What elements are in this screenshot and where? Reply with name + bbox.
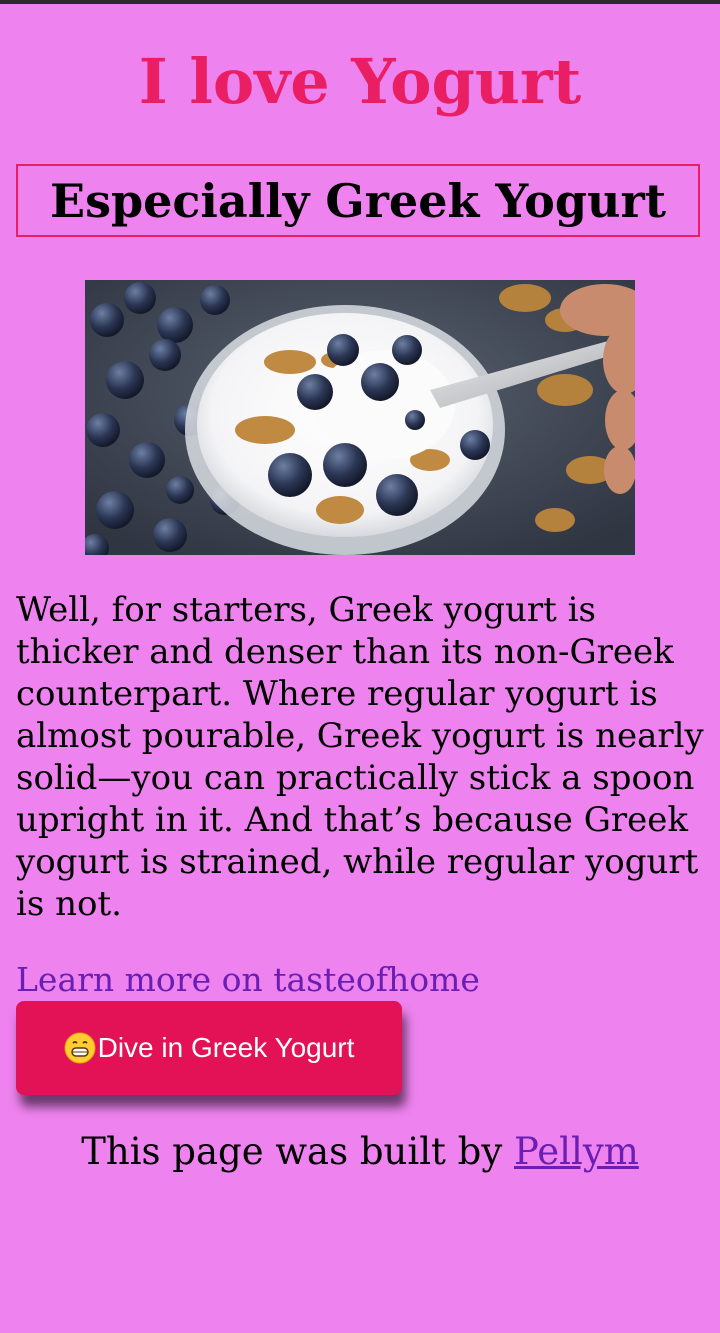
page-subtitle: Especially Greek Yogurt: [50, 173, 666, 228]
page-title: I love Yogurt: [138, 45, 582, 118]
learn-more-link[interactable]: Learn more on tasteofhome: [16, 958, 480, 1002]
author-link[interactable]: Pellym: [514, 1130, 639, 1173]
button-label: Dive in Greek Yogurt: [97, 1032, 355, 1063]
footer-credit: This page was built by Pellym: [0, 1128, 720, 1176]
top-status-bar: [0, 0, 720, 4]
description-paragraph: Well, for starters, Greek yogurt is thic…: [16, 590, 704, 924]
grinning-face-icon: [64, 1032, 96, 1064]
dive-in-greek-yogurt-button[interactable]: Dive in Greek Yogurt: [16, 1001, 402, 1095]
footer-prefix: This page was built by: [81, 1130, 515, 1173]
yogurt-photo-illustration: [85, 280, 635, 555]
yogurt-photo: [85, 280, 635, 555]
subtitle-box: Especially Greek Yogurt: [16, 164, 700, 237]
